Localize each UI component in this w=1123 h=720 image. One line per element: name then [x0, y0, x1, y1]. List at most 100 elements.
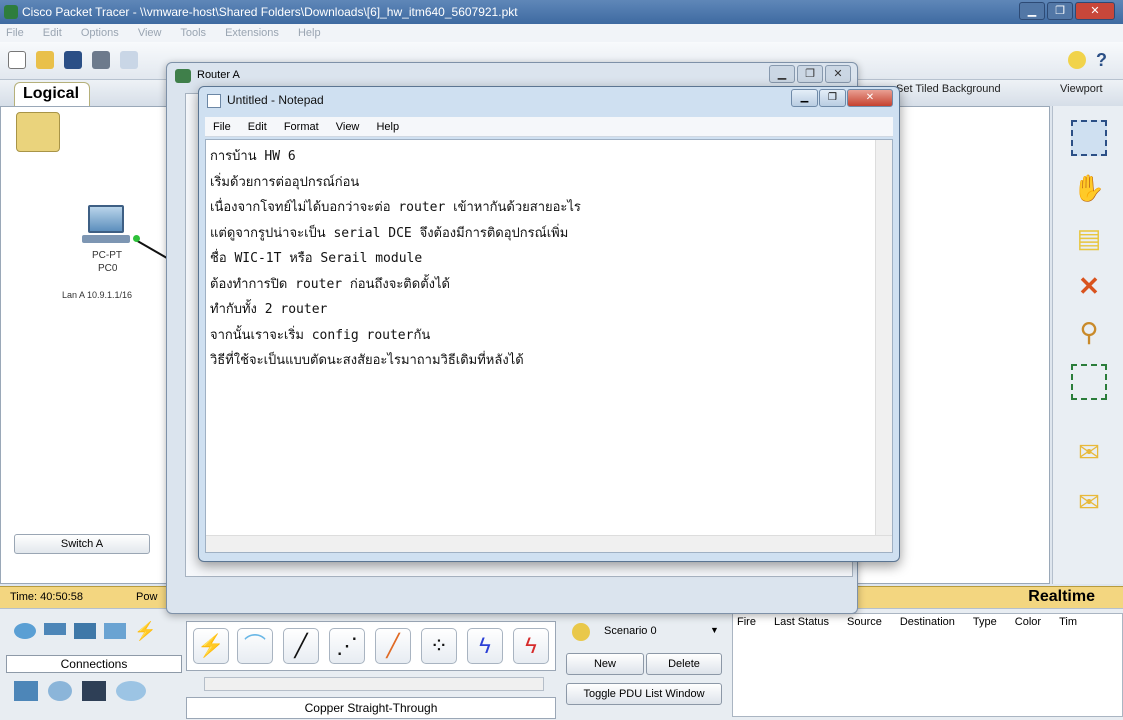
notepad-content[interactable]: การบ้าน HW 6 เริ่มด้วยการต่ออุปกรณ์ก่อน …	[210, 144, 870, 374]
multiuser-cloud-icon[interactable]	[116, 681, 146, 701]
notepad-line: แต่ดูจากรูปน่าจะเป็น serial DCE จึงต้องม…	[210, 225, 569, 241]
minimize-button[interactable]: ▁	[1019, 2, 1045, 20]
col-last-status: Last Status	[773, 616, 829, 628]
inspect-magnifier-icon[interactable]: ⚲	[1071, 314, 1107, 350]
realtime-mode-label[interactable]: Realtime	[1028, 588, 1095, 606]
hubs-icon[interactable]	[74, 623, 96, 639]
routers-icon[interactable]	[14, 623, 36, 639]
menu-options[interactable]: Options	[81, 27, 119, 39]
save-icon[interactable]	[64, 51, 82, 69]
open-folder-icon[interactable]	[36, 51, 54, 69]
menu-help[interactable]: Help	[298, 27, 321, 39]
scenario-panel: Scenario 0 ▼ New Delete Toggle PDU List …	[564, 617, 724, 717]
end-devices-icon[interactable]	[14, 681, 38, 701]
help-icon[interactable]: ?	[1096, 51, 1114, 69]
menu-extensions[interactable]: Extensions	[225, 27, 279, 39]
coaxial-icon[interactable]: ϟ	[467, 628, 503, 664]
select-tool-icon[interactable]	[1071, 120, 1107, 156]
notepad-window[interactable]: Untitled - Notepad ▁ ❐ ✕ File Edit Forma…	[198, 86, 900, 562]
close-button[interactable]: ✕	[1075, 2, 1115, 20]
device-subcategory-row	[14, 681, 174, 705]
console-cable-icon[interactable]: ⌒	[237, 628, 273, 664]
print-icon[interactable]	[92, 51, 110, 69]
device-note-label: Lan A 10.9.1.1/16	[62, 290, 133, 300]
add-simple-pdu-icon[interactable]: ✉	[1071, 434, 1107, 470]
delete-icon[interactable]: ✕	[1071, 268, 1107, 304]
crossover-icon[interactable]: ⋰	[329, 628, 365, 664]
notepad-line: การบ้าน HW 6	[210, 149, 296, 164]
device-selection-panel: ⚡ Connections ⚡ ⌒ ╱ ⋰ ╱ ⁘ ϟ ϟ Copper Str…	[0, 608, 1123, 720]
info-icon[interactable]	[1068, 51, 1086, 69]
device-category-row: ⚡	[14, 622, 174, 647]
pc-keyboard-icon	[82, 235, 130, 243]
delete-scenario-button[interactable]: Delete	[646, 653, 722, 675]
wan-emulation-icon[interactable]	[48, 681, 72, 701]
notepad-menu-file[interactable]: File	[213, 121, 231, 133]
notepad-menu-format[interactable]: Format	[284, 121, 319, 133]
move-hand-icon[interactable]: ✋	[1071, 170, 1107, 206]
notepad-line: ต้องทำการปิด router ก่อนถึงจะติดตั้งได้	[210, 276, 450, 292]
device-name-label: PC0	[98, 263, 118, 274]
notepad-vertical-scrollbar[interactable]	[875, 140, 892, 536]
app-title-bar: Cisco Packet Tracer - \\vmware-host\Shar…	[0, 0, 1123, 24]
notepad-horizontal-scrollbar[interactable]	[206, 535, 892, 552]
menu-file[interactable]: File	[6, 27, 24, 39]
col-destination: Destination	[899, 616, 955, 628]
notepad-menu-help[interactable]: Help	[376, 121, 399, 133]
activity-wizard-icon[interactable]	[120, 51, 138, 69]
maximize-button[interactable]: ❐	[1047, 2, 1073, 20]
menu-view[interactable]: View	[138, 27, 162, 39]
switch-a-button[interactable]: Switch A	[14, 534, 150, 554]
fiber-icon[interactable]: ╱	[375, 628, 411, 664]
notepad-maximize-button[interactable]: ❐	[819, 89, 846, 107]
notepad-line: จากนั้นเราจะเริ่ม config routerกัน	[210, 327, 431, 343]
menu-tools[interactable]: Tools	[180, 27, 206, 39]
menu-bar: File Edit Options View Tools Extensions …	[0, 24, 1123, 42]
notepad-menu-edit[interactable]: Edit	[248, 121, 267, 133]
notepad-menu-view[interactable]: View	[336, 121, 360, 133]
notepad-icon	[207, 94, 221, 108]
selected-cable-label: Copper Straight-Through	[186, 697, 556, 719]
col-fire: Fire	[737, 616, 756, 628]
notepad-line: ชื่อ WIC-1T หรือ Serail module	[210, 251, 423, 266]
pc-device[interactable]	[80, 205, 136, 249]
custom-devices-icon[interactable]	[82, 681, 106, 701]
toggle-pdu-list-button[interactable]: Toggle PDU List Window	[566, 683, 722, 705]
wireless-icon[interactable]	[104, 623, 126, 639]
chevron-down-icon[interactable]: ▼	[710, 625, 719, 635]
router-maximize-button[interactable]: ❐	[797, 65, 823, 83]
notepad-title: Untitled - Notepad	[227, 93, 324, 107]
menu-edit[interactable]: Edit	[43, 27, 62, 39]
resize-shape-icon[interactable]	[1071, 364, 1107, 400]
cable-list-scrollbar[interactable]	[204, 677, 544, 691]
note-icon[interactable]: ▤	[1071, 220, 1107, 256]
packet-tracer-icon	[4, 5, 18, 19]
new-scenario-button[interactable]: New	[566, 653, 644, 675]
notepad-menu-bar: File Edit Format View Help	[205, 117, 893, 137]
scenario-select[interactable]: Scenario 0	[604, 625, 657, 637]
notepad-minimize-button[interactable]: ▁	[791, 89, 818, 107]
switches-icon[interactable]	[44, 623, 66, 635]
col-source: Source	[847, 616, 882, 628]
phone-cable-icon[interactable]: ⁘	[421, 628, 457, 664]
router-minimize-button[interactable]: ▁	[769, 65, 795, 83]
link-status-dot	[133, 235, 140, 242]
col-time: Tim	[1059, 616, 1077, 628]
col-color: Color	[1014, 616, 1042, 628]
add-complex-pdu-icon[interactable]: ✉	[1071, 484, 1107, 520]
notepad-line: เนื่องจากโจทย์ไม่ได้บอกว่าจะต่อ router เ…	[210, 200, 581, 215]
straight-through-icon[interactable]: ╱	[283, 628, 319, 664]
router-close-button[interactable]: ✕	[825, 65, 851, 83]
notepad-close-button[interactable]: ✕	[847, 89, 893, 107]
scenario-info-icon[interactable]	[572, 623, 590, 641]
viewport-button[interactable]: Viewport	[1060, 83, 1103, 95]
time-display: Time: 40:50:58	[10, 591, 83, 603]
auto-connect-icon[interactable]: ⚡	[193, 628, 229, 664]
set-tiled-background-button[interactable]: Set Tiled Background	[896, 83, 1001, 95]
connections-category-icon[interactable]: ⚡	[134, 622, 156, 640]
serial-dce-icon[interactable]: ϟ	[513, 628, 549, 664]
power-cycle-label[interactable]: Pow	[136, 591, 157, 603]
notepad-text-area[interactable]: การบ้าน HW 6 เริ่มด้วยการต่ออุปกรณ์ก่อน …	[205, 139, 893, 553]
new-file-icon[interactable]	[8, 51, 26, 69]
logical-topology-icon[interactable]	[16, 112, 60, 152]
